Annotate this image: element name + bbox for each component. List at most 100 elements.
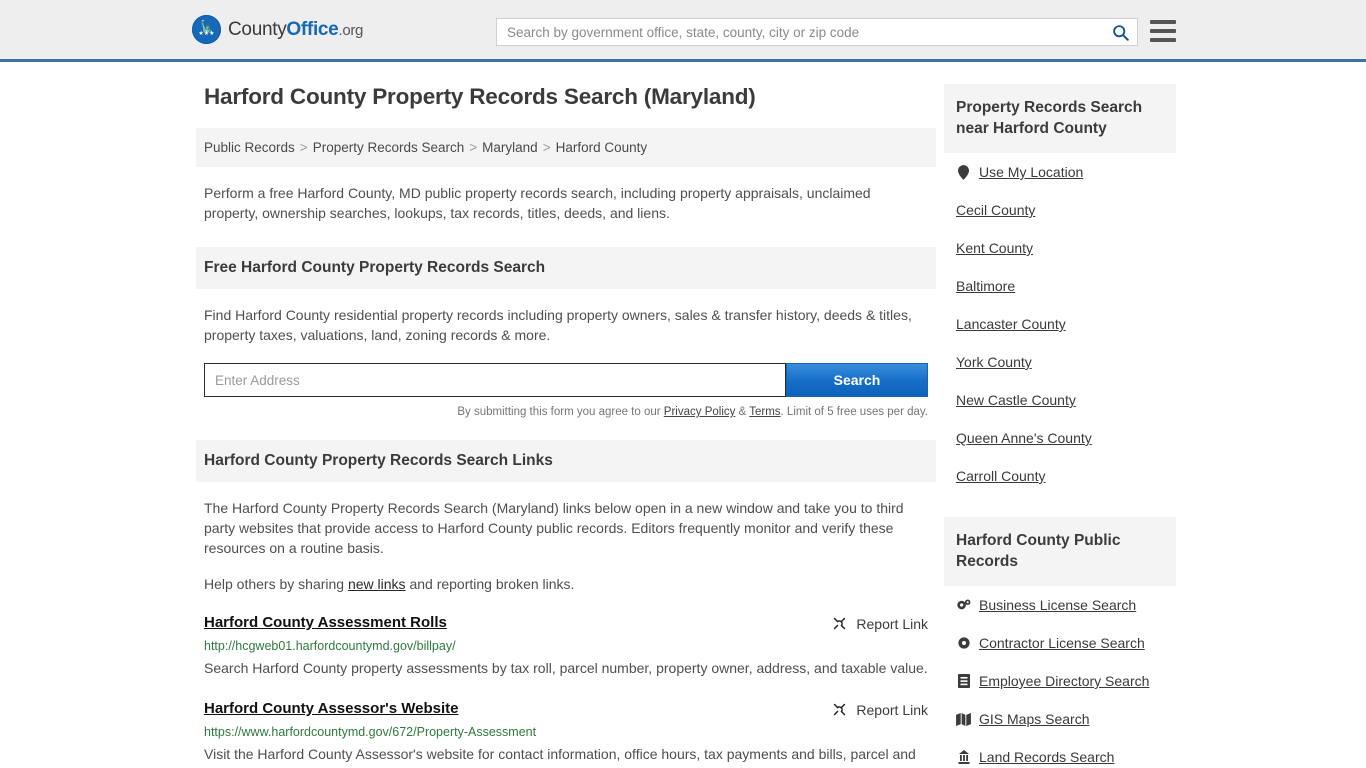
sidebar-item-land-records-search[interactable]: Land Records Search xyxy=(944,738,1176,768)
gear-glyph xyxy=(957,637,970,649)
gears-glyph xyxy=(957,599,971,610)
map-pin-glyph xyxy=(958,164,969,180)
result-url[interactable]: http://hcgweb01.harfordcountymd.gov/bill… xyxy=(204,639,928,653)
report-link-label: Report Link xyxy=(856,701,928,718)
free-search-description: Find Harford County residential property… xyxy=(204,307,912,343)
privacy-policy-link[interactable]: Privacy Policy xyxy=(664,406,736,418)
result-title-link[interactable]: Harford County Assessor's Website xyxy=(204,700,458,717)
map-glyph xyxy=(956,712,971,726)
breadcrumb-separator: > xyxy=(542,140,551,155)
sidebar-item-york-county[interactable]: York County xyxy=(944,343,1176,381)
sidebar-public-records-heading: Harford County Public Records xyxy=(944,517,1176,586)
sidebar-link[interactable]: Employee Directory Search xyxy=(979,673,1149,689)
site-logo[interactable]: 🗽 ★★★ CountyOffice.org xyxy=(192,15,363,44)
sidebar-item-baltimore[interactable]: Baltimore xyxy=(944,267,1176,305)
result-title-link[interactable]: Harford County Assessment Rolls xyxy=(204,614,447,631)
sidebar-nearby-heading: Property Records Search near Harford Cou… xyxy=(944,84,1176,153)
sidebar-link[interactable]: Queen Anne's County xyxy=(956,430,1092,446)
breadcrumb-item-property-records-search[interactable]: Property Records Search xyxy=(313,140,465,155)
report-link-button[interactable]: Report Link xyxy=(831,700,928,718)
legal-amp: & xyxy=(735,406,750,418)
form-legal-notice: By submitting this form you agree to our… xyxy=(204,406,928,418)
sidebar-item-kent-county[interactable]: Kent County xyxy=(944,229,1176,267)
breadcrumb: Public Records > Property Records Search > M… xyxy=(196,128,936,167)
free-search-heading: Free Harford County Property Records Sea… xyxy=(196,247,936,289)
breadcrumb-item-harford-county[interactable]: Harford County xyxy=(556,140,648,155)
result-item: Harford County Assessor's Website Report… xyxy=(204,700,928,768)
legal-suffix: . Limit of 5 free uses per day. xyxy=(780,406,928,418)
sidebar-link[interactable]: Land Records Search xyxy=(979,749,1114,765)
sidebar-link[interactable]: GIS Maps Search xyxy=(979,711,1090,727)
main-content: Harford County Property Records Search (… xyxy=(196,84,936,768)
sidebar-item-lancaster-county[interactable]: Lancaster County xyxy=(944,305,1176,343)
search-input[interactable] xyxy=(497,19,1103,45)
terms-link[interactable]: Terms xyxy=(749,406,780,418)
result-description: Search Harford County property assessmen… xyxy=(204,660,928,676)
search-icon[interactable] xyxy=(1103,19,1137,45)
sidebar: Property Records Search near Harford Cou… xyxy=(944,84,1176,768)
id-card-icon xyxy=(956,674,971,688)
sidebar-link[interactable]: Use My Location xyxy=(979,164,1083,180)
sidebar-item-queen-annes-county[interactable]: Queen Anne's County xyxy=(944,419,1176,457)
logo-text-part1: County xyxy=(228,18,287,40)
links-section-help: Help others by sharing new links and rep… xyxy=(204,574,928,594)
header-search-box[interactable] xyxy=(496,18,1138,46)
sidebar-link[interactable]: Lancaster County xyxy=(956,316,1066,332)
gear-icon xyxy=(956,636,971,650)
landmark-icon xyxy=(956,750,971,764)
result-description: Visit the Harford County Assessor's webs… xyxy=(204,746,916,762)
result-header: Harford County Assessor's Website Report… xyxy=(204,700,928,718)
sidebar-link[interactable]: Cecil County xyxy=(956,202,1035,218)
hamburger-menu-icon[interactable] xyxy=(1150,20,1176,42)
map-pin-icon xyxy=(956,164,971,180)
sidebar-item-employee-directory-search[interactable]: Employee Directory Search xyxy=(944,662,1176,700)
logo-text-part2: Office xyxy=(286,18,339,40)
sidebar-item-gis-maps-search[interactable]: GIS Maps Search xyxy=(944,700,1176,738)
landmark-glyph xyxy=(958,750,969,764)
sidebar-link[interactable]: York County xyxy=(956,354,1032,370)
broken-link-icon xyxy=(834,617,846,630)
result-url[interactable]: https://www.harfordcountymd.gov/672/Prop… xyxy=(204,725,928,739)
sidebar-item-business-license-search[interactable]: Business License Search xyxy=(944,586,1176,624)
intro-paragraph: Perform a free Harford County, MD public… xyxy=(204,185,871,221)
sidebar-item-carroll-county[interactable]: Carroll County xyxy=(944,457,1176,495)
sidebar-link[interactable]: Carroll County xyxy=(956,468,1045,484)
address-search-button[interactable]: Search xyxy=(786,363,928,397)
help-prefix: Help others by sharing xyxy=(204,576,348,592)
help-suffix: and reporting broken links. xyxy=(405,576,575,592)
eagle-seal-icon: 🗽 ★★★ xyxy=(192,15,221,44)
sidebar-item-use-my-location[interactable]: Use My Location xyxy=(944,153,1176,191)
id-card-glyph xyxy=(957,674,970,688)
new-links-link[interactable]: new links xyxy=(348,576,406,592)
breadcrumb-item-public-records[interactable]: Public Records xyxy=(204,140,295,155)
report-link-label: Report Link xyxy=(856,615,928,632)
logo-text-part3: .org xyxy=(338,21,364,39)
sidebar-item-contractor-license-search[interactable]: Contractor License Search xyxy=(944,624,1176,662)
sidebar-link[interactable]: Business License Search xyxy=(979,597,1136,613)
page-title: Harford County Property Records Search (… xyxy=(204,84,756,109)
sidebar-link[interactable]: Baltimore xyxy=(956,278,1015,294)
sidebar-link[interactable]: Contractor License Search xyxy=(979,635,1145,651)
logo-text: CountyOffice.org xyxy=(228,19,363,41)
address-search-form: Search xyxy=(204,363,928,397)
hamburger-bar xyxy=(1150,38,1176,42)
breadcrumb-item-maryland[interactable]: Maryland xyxy=(482,140,538,155)
page-body: Harford County Property Records Search (… xyxy=(0,62,1366,768)
legal-prefix: By submitting this form you agree to our xyxy=(457,406,664,418)
map-icon xyxy=(956,712,971,726)
report-link-button[interactable]: Report Link xyxy=(831,614,928,632)
hamburger-bar xyxy=(1150,20,1176,24)
broken-link-icon xyxy=(834,703,846,716)
result-header: Harford County Assessment Rolls Report L… xyxy=(204,614,928,632)
sidebar-link[interactable]: New Castle County xyxy=(956,392,1076,408)
site-header: 🗽 ★★★ CountyOffice.org xyxy=(0,0,1366,62)
breadcrumb-separator: > xyxy=(299,140,308,155)
sidebar-public-records-list: Business License Search Contractor Licen… xyxy=(944,586,1176,768)
sidebar-item-cecil-county[interactable]: Cecil County xyxy=(944,191,1176,229)
sidebar-link[interactable]: Kent County xyxy=(956,240,1033,256)
links-section-paragraph: The Harford County Property Records Sear… xyxy=(204,500,904,556)
address-input[interactable] xyxy=(204,363,786,397)
sidebar-item-new-castle-county[interactable]: New Castle County xyxy=(944,381,1176,419)
